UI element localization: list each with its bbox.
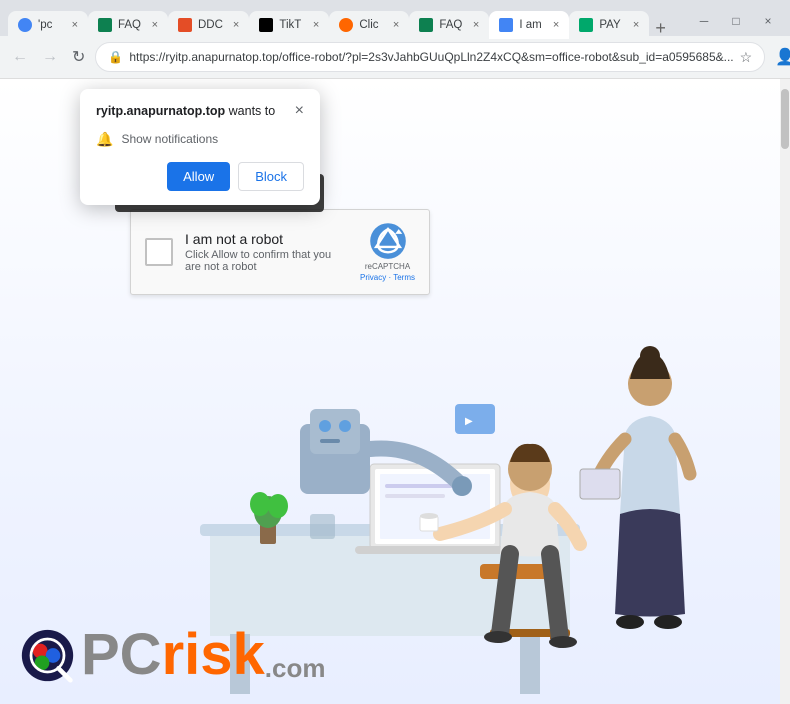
browser-chrome: 'pc × FAQ × DDC × TikT × bbox=[0, 0, 790, 79]
pcrisk-com-text: .com bbox=[265, 653, 326, 683]
tab-pay[interactable]: PAY × bbox=[569, 11, 649, 39]
allow-button[interactable]: Allow bbox=[167, 162, 230, 191]
reload-button[interactable]: ↻ bbox=[68, 43, 89, 71]
scrollbar-thumb[interactable] bbox=[781, 89, 789, 149]
tab-label-click: Clic bbox=[359, 19, 383, 31]
tab-close-faq2[interactable]: × bbox=[473, 19, 479, 31]
tab-google[interactable]: 'pc × bbox=[8, 11, 88, 39]
pcrisk-pc-text: PC bbox=[81, 622, 162, 687]
tab-favicon-active bbox=[499, 18, 513, 32]
address-bar[interactable]: 🔒 https://ryitp.anapurnatop.top/office-r… bbox=[95, 42, 765, 72]
scrollbar[interactable] bbox=[780, 79, 790, 704]
tab-ddc[interactable]: DDC × bbox=[168, 11, 249, 39]
tab-faq1[interactable]: FAQ × bbox=[88, 11, 168, 39]
pcrisk-risk-text: risk bbox=[162, 622, 265, 687]
recaptcha-checkbox[interactable] bbox=[145, 238, 173, 266]
block-button[interactable]: Block bbox=[238, 162, 304, 191]
forward-button[interactable]: → bbox=[38, 43, 62, 71]
new-tab-button[interactable]: + bbox=[649, 18, 672, 39]
popup-buttons: Allow Block bbox=[96, 162, 304, 191]
tab-label-google: 'pc bbox=[38, 19, 62, 31]
popup-title-suffix: wants to bbox=[225, 104, 275, 118]
back-button[interactable]: ← bbox=[8, 43, 32, 71]
bookmark-icon[interactable]: ☆ bbox=[740, 49, 753, 66]
tab-favicon-pay bbox=[579, 18, 593, 32]
recaptcha-logo-area: reCAPTCHA Privacy · Terms bbox=[360, 222, 415, 282]
page-content: ▶ ryitp.anapurnatop.top wants to × 🔔 Sho… bbox=[0, 79, 790, 704]
pcrisk-logo: PCrisk.com bbox=[20, 626, 325, 684]
profile-button[interactable]: 👤 bbox=[771, 43, 790, 71]
svg-text:▶: ▶ bbox=[465, 416, 473, 427]
tab-close-pay[interactable]: × bbox=[633, 19, 639, 31]
tab-close-active[interactable]: × bbox=[553, 19, 559, 31]
tab-favicon-tiktok bbox=[259, 18, 273, 32]
tab-close-ddc[interactable]: × bbox=[233, 19, 239, 31]
recaptcha-text-area: I am not a robot Click Allow to confirm … bbox=[185, 231, 348, 273]
tab-favicon-click bbox=[339, 18, 353, 32]
notification-popup: ryitp.anapurnatop.top wants to × 🔔 Show … bbox=[80, 89, 320, 205]
recaptcha-branding-text: reCAPTCHA bbox=[365, 262, 410, 271]
pcrisk-icon bbox=[20, 628, 75, 683]
tab-close-faq1[interactable]: × bbox=[152, 19, 158, 31]
address-text: https://ryitp.anapurnatop.top/office-rob… bbox=[129, 50, 733, 64]
tabs-row: 'pc × FAQ × DDC × TikT × bbox=[8, 3, 688, 39]
popup-header: ryitp.anapurnatop.top wants to × bbox=[96, 103, 304, 121]
tab-label-faq1: FAQ bbox=[118, 19, 142, 31]
pcrisk-text-block: PCrisk.com bbox=[81, 626, 325, 684]
tab-close-tiktok[interactable]: × bbox=[313, 19, 319, 31]
popup-notification-label: Show notifications bbox=[121, 132, 218, 146]
popup-close-button[interactable]: × bbox=[295, 103, 304, 119]
recaptcha-privacy-link[interactable]: Privacy bbox=[360, 273, 386, 282]
recaptcha-links[interactable]: Privacy · Terms bbox=[360, 273, 415, 282]
popup-notification-row: 🔔 Show notifications bbox=[96, 131, 304, 148]
tab-label-ddc: DDC bbox=[198, 19, 223, 31]
minimize-button[interactable]: ─ bbox=[690, 7, 718, 35]
tab-close-google[interactable]: × bbox=[72, 19, 78, 31]
tab-close-click[interactable]: × bbox=[393, 19, 399, 31]
tab-label-faq2: FAQ bbox=[439, 19, 463, 31]
lock-icon: 🔒 bbox=[108, 50, 123, 64]
tab-favicon-faq2 bbox=[419, 18, 433, 32]
recaptcha-terms-link[interactable]: Terms bbox=[393, 273, 415, 282]
tab-tiktok[interactable]: TikT × bbox=[249, 11, 329, 39]
popup-title: ryitp.anapurnatop.top wants to bbox=[96, 103, 275, 121]
maximize-button[interactable]: □ bbox=[722, 7, 750, 35]
recaptcha-main-text: I am not a robot bbox=[185, 231, 348, 247]
recaptcha-sub-text: Click Allow to confirm that you are not … bbox=[185, 249, 348, 273]
recaptcha-logo-icon bbox=[369, 222, 407, 260]
tab-active[interactable]: I am × bbox=[489, 11, 569, 39]
tab-favicon-faq1 bbox=[98, 18, 112, 32]
tab-label-tiktok: TikT bbox=[279, 19, 303, 31]
tab-favicon-ddc bbox=[178, 18, 192, 32]
bell-icon: 🔔 bbox=[96, 131, 113, 148]
tab-label-pay: PAY bbox=[599, 19, 623, 31]
tab-favicon-google bbox=[18, 18, 32, 32]
tab-faq2[interactable]: FAQ × bbox=[409, 11, 489, 39]
tab-label-active: I am bbox=[519, 19, 543, 31]
close-window-button[interactable]: × bbox=[754, 7, 782, 35]
tab-click[interactable]: Clic × bbox=[329, 11, 409, 39]
recaptcha-widget[interactable]: I am not a robot Click Allow to confirm … bbox=[130, 209, 430, 295]
browser-toolbar: ← → ↻ 🔒 https://ryitp.anapurnatop.top/of… bbox=[0, 36, 790, 78]
popup-site-name: ryitp.anapurnatop.top bbox=[96, 104, 225, 118]
